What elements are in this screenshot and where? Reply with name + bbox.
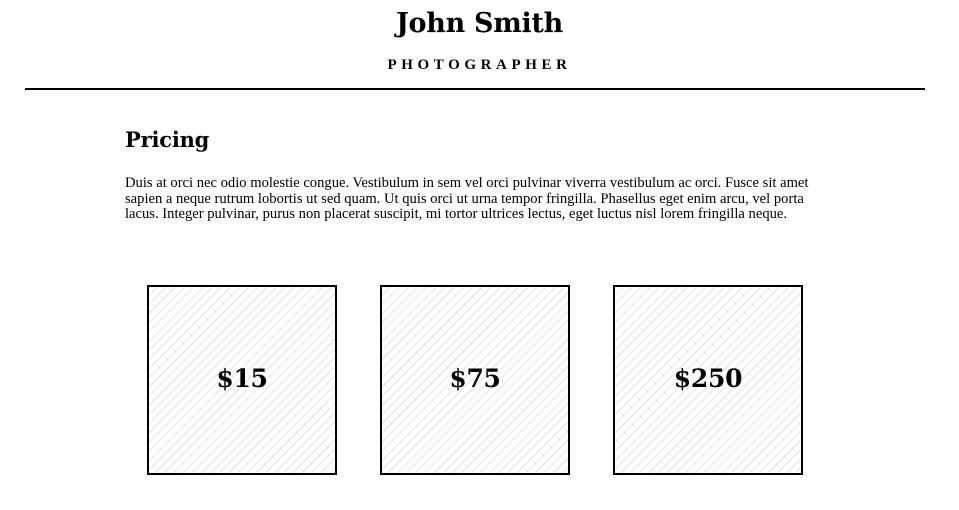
pricing-card-price: $15 — [216, 364, 268, 393]
site-role: PHOTOGRAPHER — [387, 57, 572, 73]
site-name: John Smith — [396, 8, 563, 39]
header-divider — [25, 88, 925, 90]
pricing-cards: $15 $75 $250 — [147, 285, 807, 475]
pricing-card-price: $75 — [449, 364, 501, 393]
pricing-card-price: $250 — [673, 364, 743, 393]
pricing-card-standard[interactable]: $75 — [380, 285, 570, 475]
pricing-card-basic[interactable]: $15 — [147, 285, 337, 475]
intro-paragraph: Duis at orci nec odio molestie congue. V… — [125, 175, 809, 222]
page-title: Pricing — [125, 127, 210, 152]
pricing-card-premium[interactable]: $250 — [613, 285, 803, 475]
